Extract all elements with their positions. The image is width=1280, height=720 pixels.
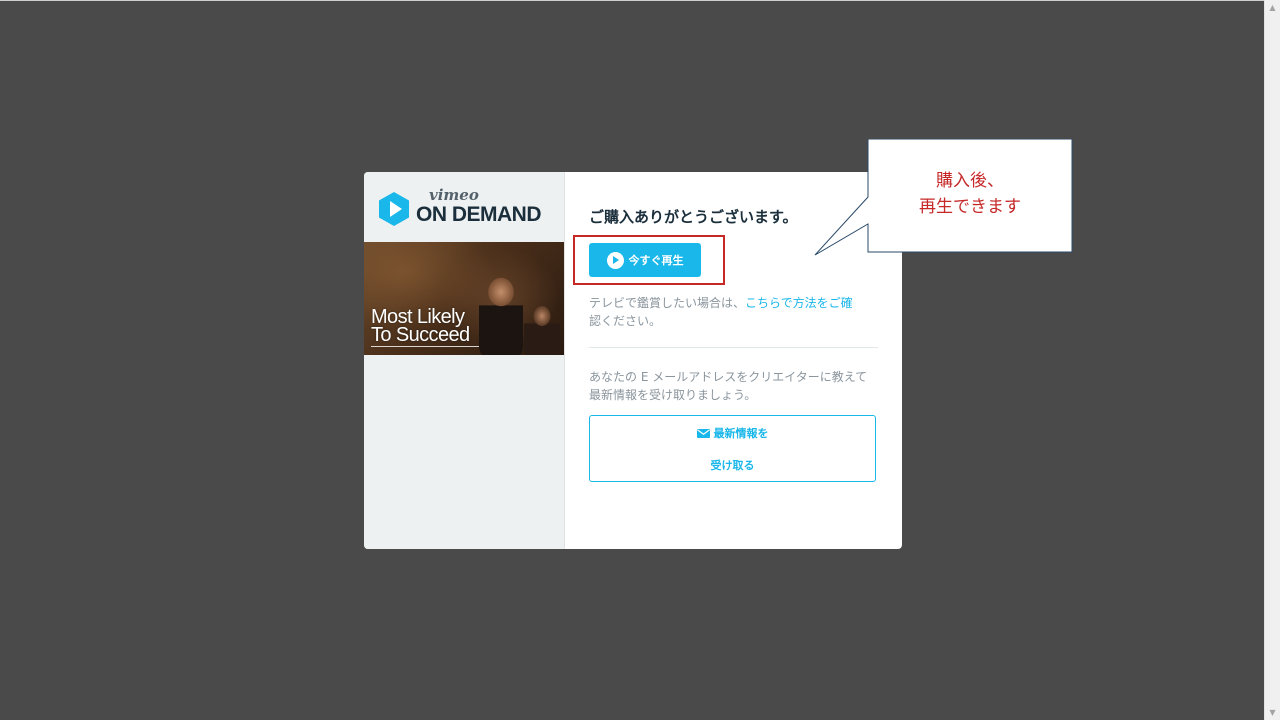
tv-text-suffix: 認ください。 [589,314,662,328]
tv-instructions-link[interactable]: こちらで方法をご確 [745,296,853,310]
envelope-icon [696,428,710,438]
get-updates-label1: 最新情報を [713,427,769,440]
callout-line2: 再生できます [919,197,1021,217]
vimeo-play-hexagon-icon [379,192,409,226]
get-updates-button[interactable]: 最新情報を 受け取る [589,415,876,482]
scroll-down-icon[interactable]: ▼ [1265,705,1280,720]
logo-on-demand-text: ON DEMAND [416,203,542,226]
highlight-box [573,235,725,285]
poster-underline [371,346,479,347]
poster-figure [479,264,523,355]
poster-title-line2: To Succeed [371,324,470,346]
email-share-text: あなたの E メールアドレスをクリエイターに教えて最新情報を受け取りましょう。 [589,370,868,402]
video-poster: Most Likely To Succeed [364,242,564,355]
get-updates-line1: 最新情報を [590,425,875,441]
tv-viewing-text: テレビで鑑賞したい場合は、こちらで方法をご確 認ください。 [589,294,877,330]
logo-vimeo-text: vimeo [429,186,479,204]
thank-you-heading: ご購入ありがとうございます。 [589,208,798,226]
vimeo-on-demand-logo: vimeo ON DEMAND [379,186,564,229]
scroll-up-icon[interactable]: ▲ [1265,0,1280,15]
callout-line1: 購入後、 [936,171,1004,191]
vertical-scrollbar[interactable]: ▲ ▼ [1264,0,1280,720]
callout-text: 購入後、 再生できます [868,168,1072,220]
poster-figure [524,302,560,355]
divider [589,347,878,348]
get-updates-label2: 受け取る [710,459,755,472]
modal-sidebar: vimeo ON DEMAND Most Likely To Succeed [364,172,565,549]
window-top-border [0,0,1280,1]
tv-text-prefix: テレビで鑑賞したい場合は、 [589,296,746,310]
poster-title: Most Likely To Succeed [371,307,470,346]
page: vimeo ON DEMAND Most Likely To Succeed ご… [0,0,1280,720]
